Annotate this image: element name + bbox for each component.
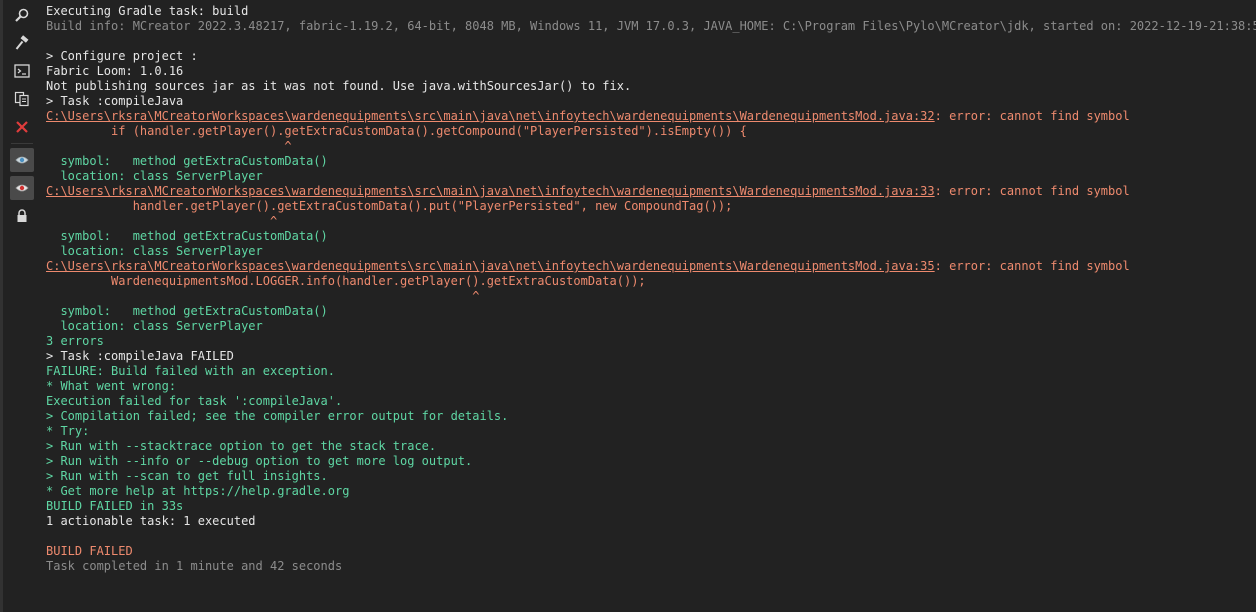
toggle-errors-button[interactable] bbox=[10, 176, 34, 200]
copy-button[interactable] bbox=[10, 87, 34, 111]
console-line: > Configure project : bbox=[46, 49, 198, 63]
console-line: Task completed in 1 minute and 42 second… bbox=[46, 559, 343, 573]
left-border bbox=[0, 0, 3, 612]
eye-red-icon bbox=[15, 184, 29, 192]
lock-scroll-button[interactable] bbox=[10, 204, 34, 228]
hammer-icon bbox=[15, 35, 29, 50]
console-line: handler.getPlayer().getExtraCustomData()… bbox=[46, 199, 733, 213]
console-line: symbol: method getExtraCustomData() bbox=[46, 304, 328, 318]
toggle-console-button[interactable] bbox=[10, 148, 34, 172]
console-line: > Run with --scan to get full insights. bbox=[46, 469, 328, 483]
console-line: * What went wrong: bbox=[46, 379, 177, 393]
console-line: C:\Users\rksra\MCreatorWorkspaces\warden… bbox=[46, 184, 1252, 199]
lock-icon bbox=[17, 209, 27, 222]
console-line: location: class ServerPlayer bbox=[46, 244, 263, 258]
console-toolbar bbox=[8, 3, 36, 232]
console-line: Build info: MCreator 2022.3.48217, fabri… bbox=[46, 19, 1256, 33]
console-line: ^ bbox=[46, 289, 480, 303]
console-line: > Run with --info or --debug option to g… bbox=[46, 454, 473, 468]
console-line: Not publishing sources jar as it was not… bbox=[46, 79, 632, 93]
console-line: > Compilation failed; see the compiler e… bbox=[46, 409, 509, 423]
console-line: C:\Users\rksra\MCreatorWorkspaces\warden… bbox=[46, 109, 1252, 124]
console-line: if (handler.getPlayer().getExtraCustomDa… bbox=[46, 124, 747, 138]
terminal-icon bbox=[14, 64, 30, 78]
console-line: BUILD FAILED bbox=[46, 544, 133, 558]
console-line: symbol: method getExtraCustomData() bbox=[46, 154, 328, 168]
error-message: : error: cannot find symbol bbox=[934, 109, 1130, 123]
console-line: C:\Users\rksra\MCreatorWorkspaces\warden… bbox=[46, 259, 1252, 274]
console-line: ^ bbox=[46, 139, 292, 153]
stop-button[interactable] bbox=[10, 115, 34, 139]
close-icon bbox=[16, 121, 28, 133]
console-line: Executing Gradle task: build bbox=[46, 4, 249, 18]
clear-button[interactable] bbox=[10, 31, 34, 55]
eye-icon bbox=[15, 156, 29, 164]
error-file-link[interactable]: C:\Users\rksra\MCreatorWorkspaces\warden… bbox=[46, 109, 935, 123]
console-line: WardenequipmentsMod.LOGGER.info(handler.… bbox=[46, 274, 646, 288]
error-file-link[interactable]: C:\Users\rksra\MCreatorWorkspaces\warden… bbox=[46, 259, 935, 273]
console-line: Fabric Loom: 1.0.16 bbox=[46, 64, 184, 78]
console-line: ^ bbox=[46, 214, 278, 228]
console-line: 1 actionable task: 1 executed bbox=[46, 514, 256, 528]
console-line: > Task :compileJava FAILED bbox=[46, 349, 234, 363]
error-message: : error: cannot find symbol bbox=[934, 259, 1130, 273]
console-line: * Get more help at https://help.gradle.o… bbox=[46, 484, 350, 498]
toolbar-separator bbox=[11, 143, 33, 144]
error-message: : error: cannot find symbol bbox=[934, 184, 1130, 198]
console-line: symbol: method getExtraCustomData() bbox=[46, 229, 328, 243]
console-line: location: class ServerPlayer bbox=[46, 319, 263, 333]
console-line: > Task :compileJava bbox=[46, 94, 184, 108]
console-output[interactable]: Executing Gradle task: build Build info: … bbox=[46, 4, 1256, 612]
terminal-button[interactable] bbox=[10, 59, 34, 83]
search-button[interactable] bbox=[10, 3, 34, 27]
console-line: > Run with --stacktrace option to get th… bbox=[46, 439, 437, 453]
console-line: FAILURE: Build failed with an exception. bbox=[46, 364, 335, 378]
error-file-link[interactable]: C:\Users\rksra\MCreatorWorkspaces\warden… bbox=[46, 184, 935, 198]
console-line: Execution failed for task ':compileJava'… bbox=[46, 394, 343, 408]
console-line: location: class ServerPlayer bbox=[46, 169, 263, 183]
console-line: BUILD FAILED in 33s bbox=[46, 499, 184, 513]
console-line: * Try: bbox=[46, 424, 90, 438]
copy-icon bbox=[14, 91, 29, 107]
console-line: 3 errors bbox=[46, 334, 104, 348]
search-icon bbox=[15, 8, 29, 22]
